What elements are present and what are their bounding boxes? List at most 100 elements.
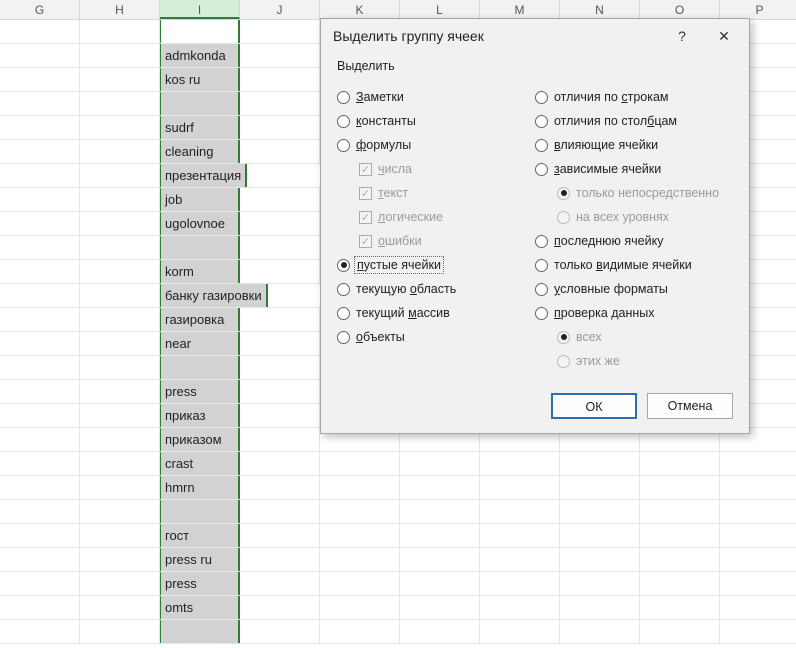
cell[interactable] [80,620,160,643]
cell[interactable] [400,524,480,547]
cell[interactable]: omts [160,596,240,619]
cell[interactable] [720,524,796,547]
radio-option[interactable]: последнюю ячейку [535,231,733,251]
radio-option[interactable]: условные форматы [535,279,733,299]
cell[interactable]: приказ [160,404,240,427]
radio-option[interactable]: зависимые ячейки [535,159,733,179]
cell[interactable] [240,116,320,139]
cell[interactable] [320,572,400,595]
cell[interactable] [480,596,560,619]
cell[interactable] [80,68,160,91]
cell[interactable] [400,620,480,643]
cell[interactable]: газировка [160,308,240,331]
cell[interactable] [160,500,240,523]
close-icon[interactable]: ✕ [703,21,745,51]
cell[interactable]: cleaning [160,140,240,163]
cell[interactable] [720,596,796,619]
column-header[interactable]: I [160,0,240,19]
cell[interactable] [240,308,320,331]
cell[interactable] [400,452,480,475]
cell[interactable] [240,212,320,235]
cell[interactable] [80,308,160,331]
cell[interactable] [0,164,80,187]
cell[interactable] [160,92,240,115]
cell[interactable] [240,428,320,451]
cell[interactable] [720,500,796,523]
cell[interactable] [0,548,80,571]
cell[interactable] [480,548,560,571]
cell[interactable] [240,452,320,475]
cell[interactable] [80,332,160,355]
cell[interactable] [240,68,320,91]
cell[interactable] [720,620,796,643]
cell[interactable] [0,620,80,643]
dialog-titlebar[interactable]: Выделить группу ячеек ? ✕ [321,19,749,53]
cell[interactable]: admkonda [160,44,240,67]
cell[interactable] [480,620,560,643]
cell[interactable] [160,236,240,259]
radio-option[interactable]: влияющие ячейки [535,135,733,155]
cell[interactable] [640,476,720,499]
cell[interactable]: банку газировки [160,284,268,307]
cell[interactable] [240,572,320,595]
cell[interactable] [80,404,160,427]
cell[interactable] [160,356,240,379]
column-header[interactable]: N [560,0,640,19]
cell[interactable] [80,380,160,403]
cell[interactable] [640,548,720,571]
cell[interactable] [480,500,560,523]
cell[interactable]: презентация [160,164,247,187]
cell[interactable] [0,140,80,163]
cell[interactable]: hmrn [160,476,240,499]
cell[interactable]: гост [160,524,240,547]
cell[interactable] [240,404,320,427]
cell[interactable] [320,500,400,523]
cell[interactable] [480,524,560,547]
column-header[interactable]: G [0,0,80,19]
cell[interactable]: приказом [160,428,240,451]
cell[interactable]: near [160,332,240,355]
cell[interactable] [240,92,320,115]
cell[interactable] [560,572,640,595]
cell[interactable] [240,236,320,259]
cell[interactable] [240,140,320,163]
cell[interactable] [640,620,720,643]
cell[interactable] [748,284,796,307]
column-header[interactable]: H [80,0,160,19]
cell[interactable] [0,500,80,523]
cell[interactable] [720,476,796,499]
cell[interactable] [240,620,320,643]
radio-option[interactable]: проверка данных [535,303,733,323]
radio-option[interactable]: только видимые ячейки [535,255,733,275]
cell[interactable]: press [160,572,240,595]
cell[interactable] [0,380,80,403]
cell[interactable] [560,620,640,643]
cell[interactable] [80,428,160,451]
cell[interactable] [0,572,80,595]
cell[interactable] [0,284,80,307]
cell[interactable] [560,476,640,499]
cell[interactable] [400,596,480,619]
cell[interactable] [80,188,160,211]
cell[interactable] [80,452,160,475]
cell[interactable] [0,68,80,91]
column-header[interactable]: K [320,0,400,19]
cell[interactable]: kos ru [160,68,240,91]
cell[interactable] [560,524,640,547]
cell[interactable] [240,356,320,379]
cell[interactable] [0,236,80,259]
cell[interactable] [0,524,80,547]
cell[interactable]: korm [160,260,240,283]
help-icon[interactable]: ? [661,21,703,51]
cell[interactable] [247,164,327,187]
ok-button[interactable]: ОК [551,393,637,419]
cell[interactable]: crast [160,452,240,475]
cell[interactable] [80,44,160,67]
cell[interactable] [720,572,796,595]
cell[interactable] [0,92,80,115]
cell[interactable] [0,596,80,619]
radio-option[interactable]: формулы [337,135,535,155]
cell[interactable] [480,476,560,499]
cell[interactable] [480,572,560,595]
cell[interactable] [80,524,160,547]
